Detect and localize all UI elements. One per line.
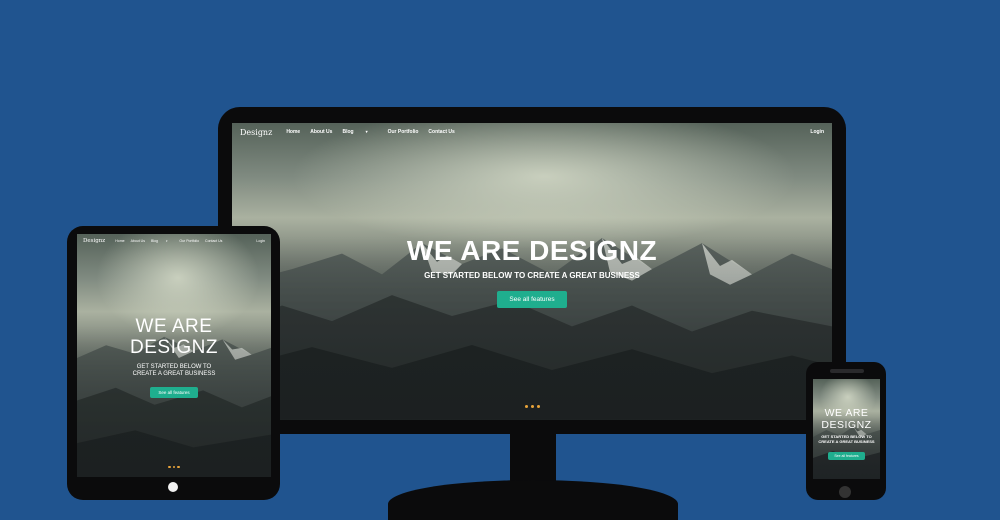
nav-item-contact[interactable]: Contact Us <box>428 129 454 135</box>
site-logo[interactable]: Designz <box>240 128 272 137</box>
see-features-button[interactable]: See all features <box>497 291 567 308</box>
login-link[interactable]: Login <box>256 239 265 243</box>
hero-subtitle-line2: CREATE A GREAT BUSINESS <box>818 439 875 444</box>
phone-screen: WE ARE DESIGNZ GET STARTED BELOW TO CREATE… <box>813 379 880 479</box>
nav-item-blog[interactable]: Blog ▾ <box>342 129 377 135</box>
nav-item-home[interactable]: Home <box>286 129 300 135</box>
tablet-screen: Designz Home About Us Blog ▾ Our Portfoli… <box>77 234 271 477</box>
home-button-icon <box>168 482 178 492</box>
monitor-screen: Designz Home About Us Blog ▾ Our Portfoli… <box>232 123 832 420</box>
hero-subtitle-line1: GET STARTED BELOW TO <box>136 364 212 370</box>
hero-subtitle: GET STARTED BELOW TO CREATE A GREAT BUSI… <box>424 271 640 280</box>
home-button-icon <box>839 486 851 498</box>
slider-dot-icon[interactable] <box>536 405 540 408</box>
hero-title-line1: WE ARE <box>135 316 213 337</box>
site-navbar: Designz Home About Us Blog ▾ Our Portfoli… <box>77 234 271 248</box>
chevron-down-icon: ▾ <box>165 239 168 243</box>
nav-item-about[interactable]: About Us <box>131 239 145 243</box>
login-link[interactable]: Login <box>810 129 824 135</box>
slider-dots <box>232 395 832 413</box>
nav-item-blog-label: Blog <box>342 129 354 135</box>
nav-item-home[interactable]: Home <box>115 239 124 243</box>
slider-dots <box>77 455 271 473</box>
nav-links: Home About Us Blog ▾ Our Portfolio Contac… <box>286 129 465 135</box>
nav-item-about[interactable]: About Us <box>310 129 332 135</box>
hero-section: WE ARE DESIGNZ GET STARTED BELOW TO CREA… <box>232 235 832 308</box>
nav-item-portfolio[interactable]: Our Portfolio <box>179 239 199 243</box>
site-logo[interactable]: Designz <box>83 238 105 244</box>
hero-section: WE ARE DESIGNZ GET STARTED BELOW TO CREATE… <box>813 407 880 462</box>
nav-item-portfolio[interactable]: Our Portfolio <box>388 129 419 135</box>
hero-subtitle-line2: CREATE A GREAT BUSINESS <box>132 371 216 377</box>
phone-speaker <box>830 369 864 373</box>
slider-dot-icon[interactable] <box>524 405 528 408</box>
monitor-stand-base <box>388 480 678 520</box>
nav-links: Home About Us Blog ▾ Our Portfolio Contac… <box>115 239 228 243</box>
hero-title-line2: DESIGNZ <box>821 419 872 431</box>
hero-title: WE ARE DESIGNZ <box>77 316 271 358</box>
slider-dot-icon[interactable] <box>177 465 180 468</box>
nav-item-blog[interactable]: Blog ▾ <box>151 239 173 243</box>
slider-dot-icon[interactable] <box>530 405 534 408</box>
hero-subtitle: GET STARTED BELOW TO CREATE A GREAT BUSIN… <box>813 434 880 444</box>
hero-title-line2: DESIGNZ <box>130 337 218 358</box>
hero-title: WE ARE DESIGNZ <box>406 235 658 266</box>
see-features-button[interactable]: See all features <box>150 387 198 398</box>
chevron-down-icon: ▾ <box>365 129 368 134</box>
site-navbar: Designz Home About Us Blog ▾ Our Portfoli… <box>232 123 832 141</box>
nav-item-contact[interactable]: Contact Us <box>205 239 222 243</box>
slider-dot-icon[interactable] <box>172 465 176 468</box>
see-features-button[interactable]: See all features <box>828 452 865 460</box>
hero-subtitle: GET STARTED BELOW TO CREATE A GREAT BUSIN… <box>77 364 271 378</box>
nav-item-blog-label: Blog <box>150 239 158 243</box>
slider-dot-icon[interactable] <box>168 465 171 468</box>
hero-title: WE ARE DESIGNZ <box>813 407 880 431</box>
hero-title-line1: WE ARE <box>824 407 869 419</box>
hero-section: WE ARE DESIGNZ GET STARTED BELOW TO CREATE… <box>77 316 271 399</box>
